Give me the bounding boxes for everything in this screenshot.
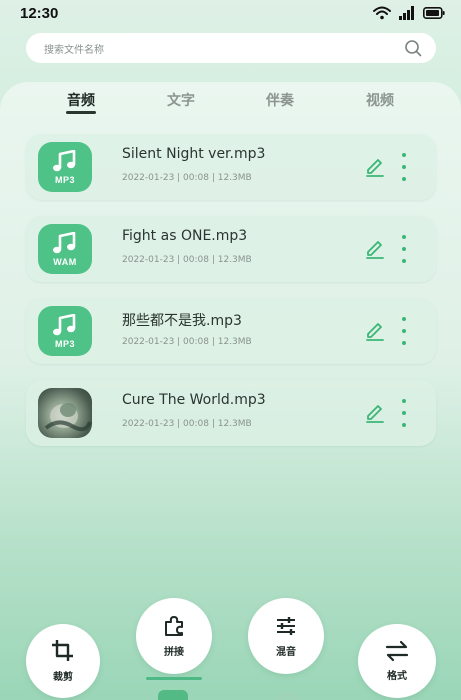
file-name: Fight as ONE.mp3 — [122, 228, 248, 244]
nav-indicator-secondary — [276, 692, 300, 700]
crop-button[interactable]: 裁剪 — [26, 624, 100, 698]
file-meta: 2022-01-23 | 00:08 | 12.3MB — [122, 337, 252, 347]
file-item[interactable]: MP3 那些都不是我.mp3 2022-01-23 | 00:08 | 12.3… — [26, 298, 436, 364]
file-meta: 2022-01-23 | 00:08 | 12.3MB — [122, 255, 252, 265]
status-time: 12:30 — [20, 4, 59, 22]
file-name: 那些都不是我.mp3 — [122, 313, 242, 329]
format-label: 格式 — [387, 671, 407, 682]
splice-label: 拼接 — [164, 647, 184, 658]
mix-label: 混音 — [276, 647, 296, 658]
file-format-label: MP3 — [54, 174, 75, 185]
tab-text[interactable]: 文字 — [151, 90, 211, 110]
file-format-label: WAM — [53, 256, 77, 267]
more-options-icon[interactable] — [398, 399, 410, 427]
edit-icon[interactable] — [364, 320, 386, 342]
music-note-icon: MP3 — [38, 306, 92, 356]
file-item[interactable]: Cure The World.mp3 2022-01-23 | 00:08 | … — [26, 380, 436, 446]
wifi-icon — [373, 6, 391, 20]
album-cover-image — [38, 388, 92, 438]
music-note-icon: MP3 — [38, 142, 92, 192]
sliders-icon — [277, 617, 295, 635]
more-options-icon[interactable] — [398, 153, 410, 181]
category-tabs: 音频 文字 伴奏 视频 — [0, 90, 461, 116]
nav-indicator — [158, 690, 188, 700]
crop-label: 裁剪 — [53, 672, 73, 683]
file-name: Cure The World.mp3 — [122, 392, 266, 408]
tab-active-indicator — [66, 111, 96, 114]
battery-icon — [423, 7, 445, 19]
file-name: Silent Night ver.mp3 — [122, 146, 266, 162]
crop-icon — [52, 640, 73, 661]
edit-icon[interactable] — [364, 402, 386, 424]
file-item[interactable]: MP3 Silent Night ver.mp3 2022-01-23 | 00… — [26, 134, 436, 200]
search-bar[interactable]: 搜索文件名称 — [26, 33, 436, 63]
signal-icon — [399, 6, 414, 20]
file-meta: 2022-01-23 | 00:08 | 12.3MB — [122, 173, 252, 183]
edit-icon[interactable] — [364, 156, 386, 178]
search-icon[interactable] — [404, 39, 422, 57]
more-options-icon[interactable] — [398, 317, 410, 345]
tab-audio[interactable]: 音频 — [51, 90, 111, 110]
status-bar: 12:30 — [0, 0, 461, 26]
music-note-icon: WAM — [38, 224, 92, 274]
puzzle-icon — [165, 616, 183, 636]
format-button[interactable]: 格式 — [358, 624, 436, 698]
file-meta: 2022-01-23 | 00:08 | 12.3MB — [122, 419, 252, 429]
edit-icon[interactable] — [364, 238, 386, 260]
swap-arrows-icon — [385, 640, 409, 662]
file-item[interactable]: WAM Fight as ONE.mp3 2022-01-23 | 00:08 … — [26, 216, 436, 282]
tab-video[interactable]: 视频 — [350, 90, 410, 110]
status-icons — [373, 6, 445, 20]
splice-button[interactable]: 拼接 — [136, 598, 212, 674]
tab-accompaniment[interactable]: 伴奏 — [250, 90, 310, 110]
search-input[interactable]: 搜索文件名称 — [44, 41, 104, 56]
more-options-icon[interactable] — [398, 235, 410, 263]
file-format-label: MP3 — [54, 338, 75, 349]
mix-button[interactable]: 混音 — [248, 598, 324, 674]
active-tool-indicator — [146, 677, 202, 680]
